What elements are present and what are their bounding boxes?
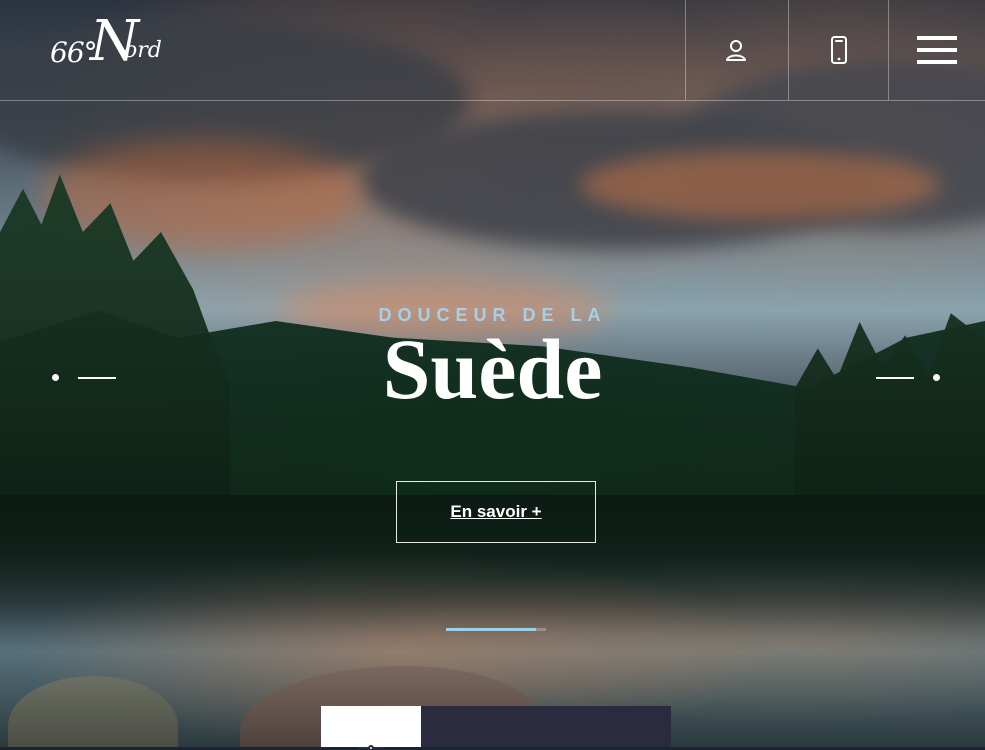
slider-line	[78, 377, 116, 379]
brand-logo[interactable]: 66° N ord	[50, 14, 170, 86]
slider-dot	[52, 374, 59, 381]
user-icon	[726, 40, 746, 61]
site-header: 66° N ord	[0, 0, 985, 101]
slider-progress	[446, 628, 546, 631]
slider-prev[interactable]	[52, 372, 116, 384]
learn-more-button[interactable]: En savoir +	[396, 481, 596, 543]
slider-progress-fill	[446, 628, 536, 631]
bottom-panel	[321, 706, 671, 750]
sunset-cloud	[580, 150, 940, 220]
logo-rest: ord	[124, 38, 162, 63]
filter-tab[interactable]	[321, 706, 421, 750]
slider-next[interactable]	[876, 372, 940, 384]
learn-more-label: En savoir +	[450, 502, 542, 521]
filter-icon	[358, 745, 384, 750]
slider-dot	[933, 374, 940, 381]
account-button[interactable]	[685, 0, 786, 100]
hero-title: Suède	[382, 321, 603, 417]
bottom-bar	[421, 706, 671, 747]
menu-icon	[917, 36, 957, 64]
phone-icon	[831, 36, 847, 64]
slider-line	[876, 377, 914, 379]
phone-button[interactable]	[788, 0, 889, 100]
menu-button[interactable]	[888, 0, 985, 100]
